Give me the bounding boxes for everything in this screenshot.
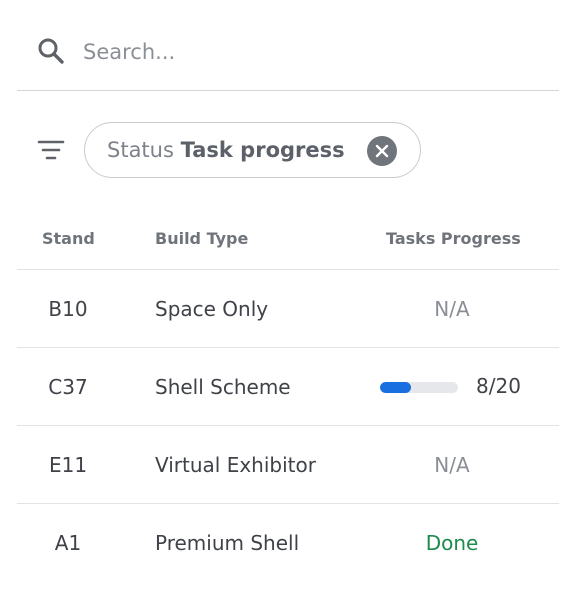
cell-build-type: Space Only [155,297,269,321]
filter-chip-value: Task progress [180,138,345,162]
stands-table: Stand Build Type Tasks Progress B10 Spac… [17,192,559,582]
search-icon[interactable] [36,36,66,66]
cell-build-type: Shell Scheme [155,375,291,399]
cell-progress: 8/20 [380,374,540,400]
cell-build-type: Virtual Exhibitor [155,453,316,477]
cell-build-type: Premium Shell [155,531,300,555]
table-header: Stand Build Type Tasks Progress [17,192,559,270]
table-row[interactable]: C37 Shell Scheme 8/20 [17,348,559,426]
table-row[interactable]: A1 Premium Shell Done [17,504,559,582]
filter-chip-label: Status Task progress [107,137,345,163]
table-row[interactable]: E11 Virtual Exhibitor N/A [17,426,559,504]
filter-chip-key: Status [107,138,174,162]
filter-chip-status[interactable]: Status Task progress [84,122,421,178]
cell-stand: C37 [48,375,88,399]
close-circle-icon[interactable] [367,136,397,166]
cell-progress-done: Done [425,531,479,555]
cell-progress-na: N/A [434,453,470,477]
progress-count: 8/20 [476,374,521,398]
cell-stand: B10 [48,297,88,321]
column-header-build-type[interactable]: Build Type [155,229,248,248]
cell-stand: E11 [48,453,88,477]
table-row[interactable]: B10 Space Only N/A [17,270,559,348]
cell-progress-na: N/A [434,297,470,321]
search-bar [17,0,559,91]
progress-bar-fill [380,382,411,393]
column-header-tasks-progress[interactable]: Tasks Progress [386,229,521,248]
search-input[interactable] [83,32,523,72]
cell-stand: A1 [54,531,82,555]
filter-icon[interactable] [37,138,65,162]
progress-bar [380,382,458,393]
column-header-stand[interactable]: Stand [42,229,95,248]
